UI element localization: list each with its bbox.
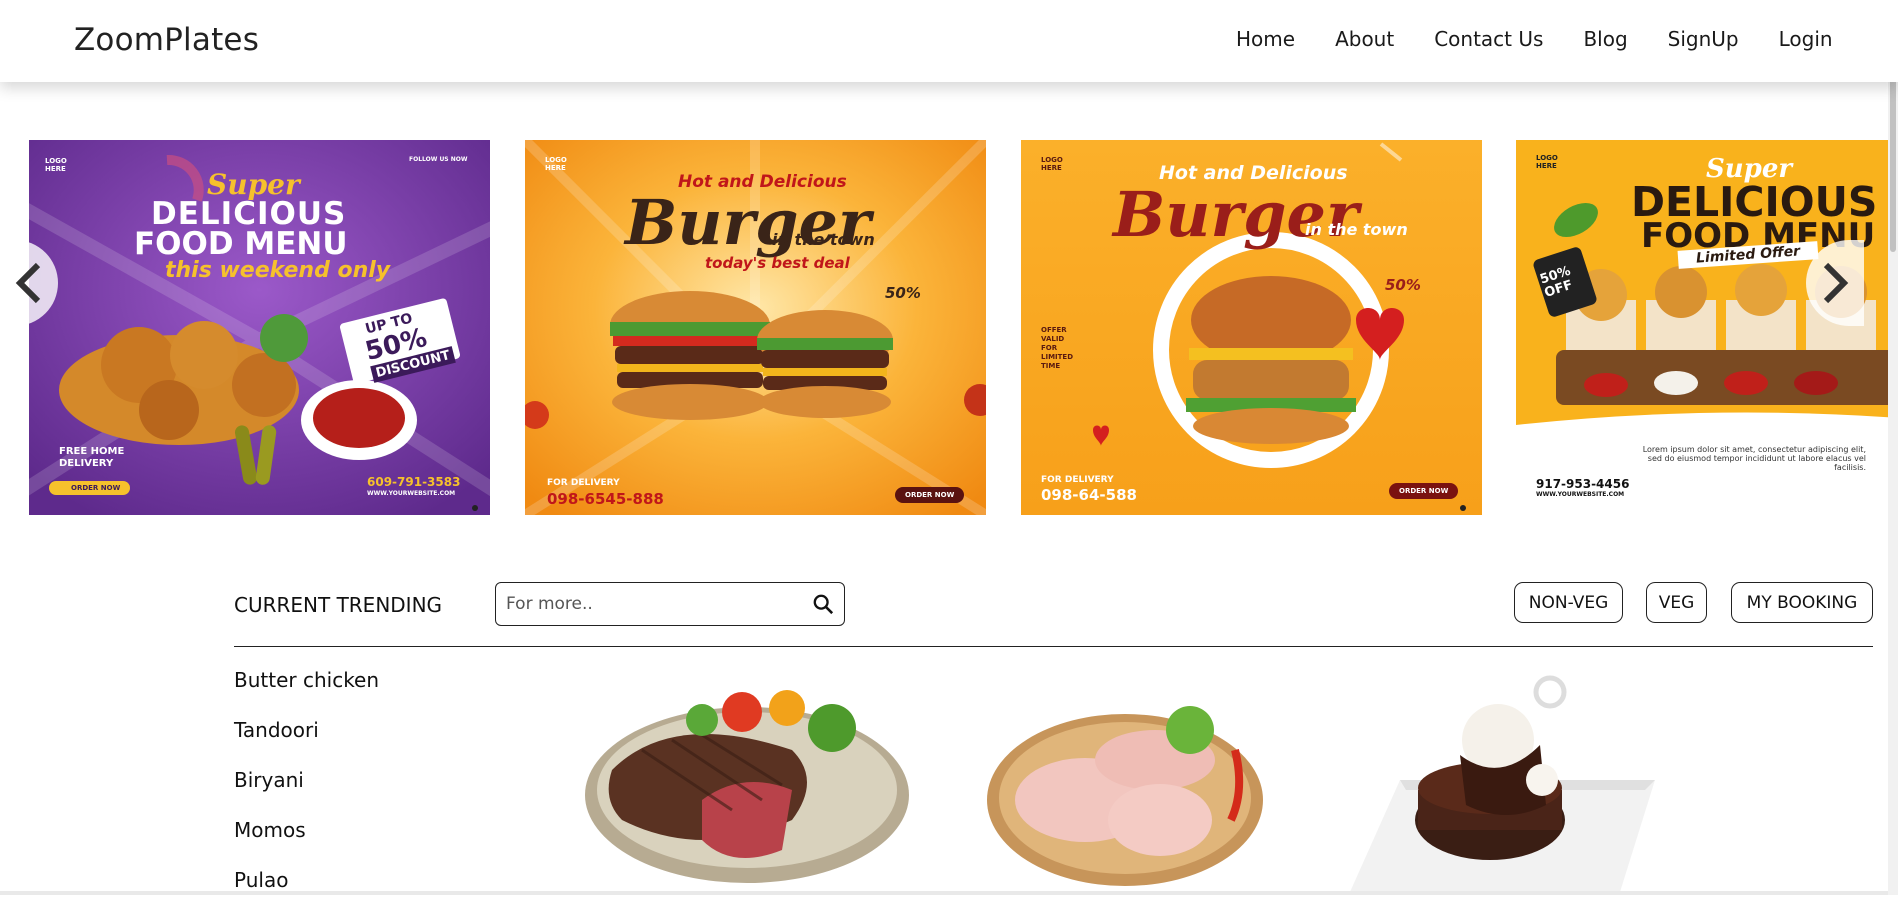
trending-divider [234, 646, 1873, 647]
carousel-slide-1[interactable]: LOGO HERE FOLLOW US NOW Super DELICIOUS … [29, 140, 490, 515]
main-nav: Home About Contact Us Blog SignUp Login [1236, 27, 1873, 51]
slide-1-phone: 609-791-3583 [367, 475, 461, 489]
page-bottom-edge [0, 891, 1898, 895]
carousel-slide-3[interactable]: LOGO HERE Hot and Delicious Burger in th… [1021, 140, 1482, 515]
list-item-biryani[interactable]: Biryani [234, 768, 379, 818]
slide-4-phone: 917-953-4456 [1536, 477, 1630, 491]
slide-1-line3: FOOD MENU [134, 226, 348, 262]
site-header: ZoomPlates Home About Contact Us Blog Si… [0, 0, 1898, 82]
slide-2-order-button[interactable]: ORDER NOW [895, 487, 965, 503]
list-item-tandoori[interactable]: Tandoori [234, 718, 379, 768]
search-input[interactable] [506, 594, 806, 614]
search-box [495, 582, 845, 626]
slide-2-logo: LOGO HERE [545, 156, 567, 172]
slide-3-title: Burger [1113, 178, 1359, 251]
slide-2-delivery: FOR DELIVERY [547, 478, 620, 488]
non-veg-button[interactable]: NON-VEG [1514, 582, 1623, 623]
slide-1-logo: LOGO HERE [45, 157, 67, 173]
promo-carousel: LOGO HERE FOLLOW US NOW Super DELICIOUS … [0, 140, 1898, 516]
trending-title: CURRENT TRENDING [234, 593, 443, 617]
my-booking-button[interactable]: MY BOOKING [1731, 582, 1873, 623]
slide-3-save: 50% [1385, 276, 1421, 294]
slide-1-order-button[interactable]: ORDER NOW [49, 481, 131, 495]
carousel-slide-2[interactable]: LOGO HERE Hot and Delicious Burger in th… [525, 140, 986, 515]
search-icon[interactable] [812, 593, 834, 615]
slide-3-dot [1460, 505, 1466, 511]
nav-blog[interactable]: Blog [1583, 27, 1627, 51]
chevron-right-icon [1823, 262, 1849, 304]
lava-cake-dish-image[interactable] [1340, 670, 1660, 892]
list-item-momos[interactable]: Momos [234, 818, 379, 868]
slide-3-phone: 098-64-588 [1041, 486, 1137, 504]
chicken-dish-image[interactable] [985, 690, 1265, 890]
slide-1-delivery: FREE HOME DELIVERY [59, 446, 125, 469]
slide-4-logo: LOGO HERE [1536, 154, 1558, 170]
nav-home[interactable]: Home [1236, 27, 1295, 51]
steak-dish-image[interactable] [582, 680, 912, 890]
list-item-butter-chicken[interactable]: Butter chicken [234, 668, 379, 718]
chevron-left-icon [15, 262, 41, 304]
brand-logo[interactable]: ZoomPlates [74, 22, 259, 58]
nav-login[interactable]: Login [1779, 27, 1833, 51]
slide-3-sub: in the town [1305, 220, 1408, 239]
page-scrollbar[interactable] [1888, 0, 1898, 895]
slide-4-website: WWW.YOURWEBSITE.COM [1536, 491, 1625, 498]
slide-3-offer: OFFER VALID FOR LIMITED TIME [1041, 326, 1074, 370]
slide-3-delivery: FOR DELIVERY [1041, 475, 1114, 485]
nav-contact-us[interactable]: Contact Us [1434, 27, 1543, 51]
slide-2-sub: in the town [772, 230, 875, 249]
veg-button[interactable]: VEG [1646, 582, 1707, 623]
slide-1-follow: FOLLOW US NOW [409, 156, 468, 163]
carousel-slide-4[interactable]: LOGO HERE Super DELICIOUS FOOD MENU Limi… [1516, 140, 1890, 515]
slide-2-deal: today's best deal [705, 254, 850, 272]
slide-2-save: 50% [885, 284, 921, 302]
slide-2-phone: 098-6545-888 [547, 490, 664, 508]
trending-list: Butter chicken Tandoori Biryani Momos Pu… [234, 668, 379, 918]
nav-about[interactable]: About [1335, 27, 1394, 51]
slide-1-dot [472, 505, 478, 511]
slide-1-line4: this weekend only [165, 258, 391, 283]
slide-3-logo: LOGO HERE [1041, 156, 1063, 172]
nav-signup[interactable]: SignUp [1668, 27, 1739, 51]
slide-1-website: WWW.YOURWEBSITE.COM [367, 490, 456, 497]
slide-3-order-button[interactable]: ORDER NOW [1389, 483, 1459, 499]
slide-4-lorem: Lorem ipsum dolor sit amet, consectetur … [1642, 445, 1866, 472]
